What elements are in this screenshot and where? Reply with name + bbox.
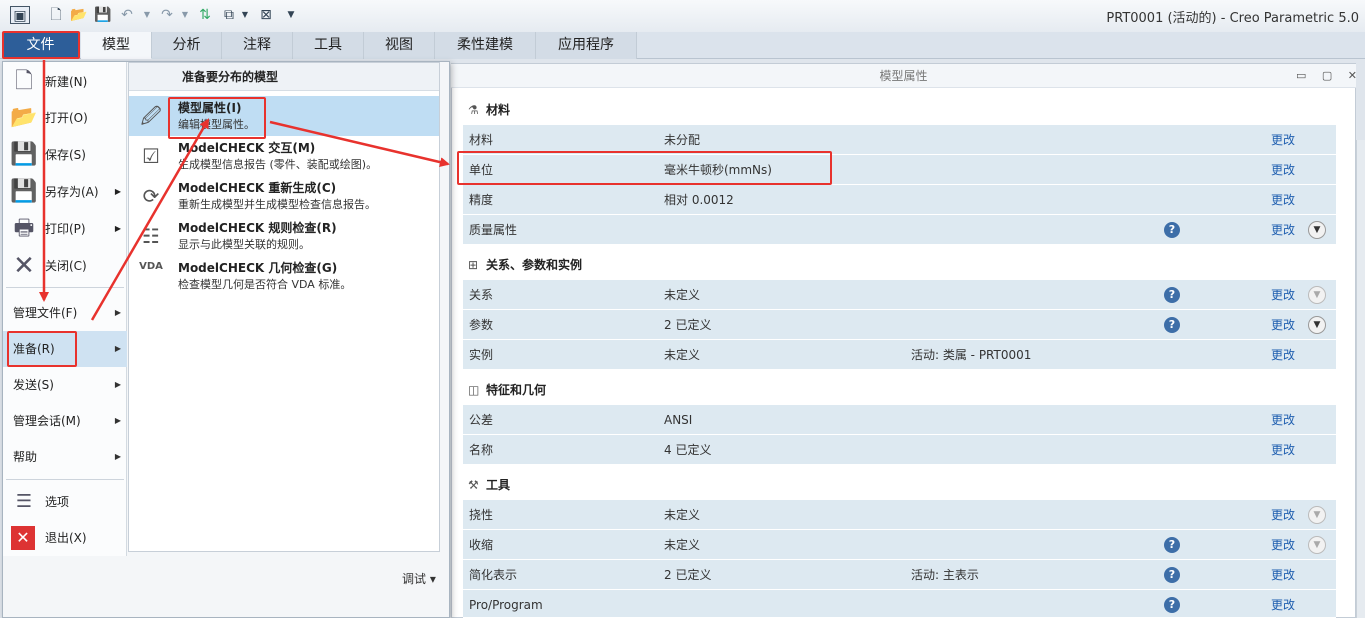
annotation-arrows [39,60,450,321]
arrow-properties-to-units [269,120,450,168]
arrow-prepare-to-properties [90,118,210,321]
